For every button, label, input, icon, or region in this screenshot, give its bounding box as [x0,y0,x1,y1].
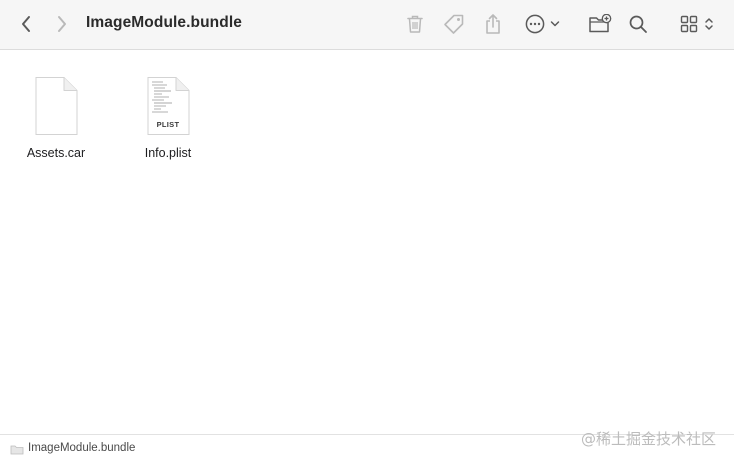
back-button[interactable] [14,12,38,36]
file-name: Info.plist [144,146,192,160]
more-actions-button[interactable] [522,11,562,37]
delete-button[interactable] [403,11,427,37]
tag-button[interactable] [442,11,466,37]
plist-badge: PLIST [156,120,180,129]
file-item-info-plist[interactable]: PLIST Info.plist [123,76,213,160]
file-browser-content: Assets.car PLIST Info.plist [0,51,734,434]
chevron-right-icon [58,16,66,32]
bundle-icon [10,445,24,455]
new-folder-button[interactable] [587,11,613,37]
plist-document-icon: PLIST [145,76,191,136]
share-icon [486,14,500,34]
search-button[interactable] [626,12,650,36]
toolbar: ImageModule.bundle [0,0,734,50]
chevron-down-icon [550,21,560,27]
chevron-updown-icon [705,18,713,30]
view-options-button[interactable] [676,12,718,36]
folder-badge-plus-icon [589,14,612,33]
chevron-left-icon [22,16,30,32]
search-icon [629,15,647,33]
ellipsis-circle-icon [525,14,545,34]
grid-view-icon [680,15,698,33]
trash-icon [407,15,423,33]
watermark: @稀土掘金技术社区 [581,430,717,448]
share-button[interactable] [481,10,505,38]
forward-button[interactable] [50,12,74,36]
window-title: ImageModule.bundle [86,14,242,31]
tag-icon [444,14,464,34]
document-icon [33,76,79,136]
path-bar-item[interactable]: ImageModule.bundle [28,442,135,454]
file-item-assets-car[interactable]: Assets.car [11,76,101,160]
file-name: Assets.car [26,146,86,160]
